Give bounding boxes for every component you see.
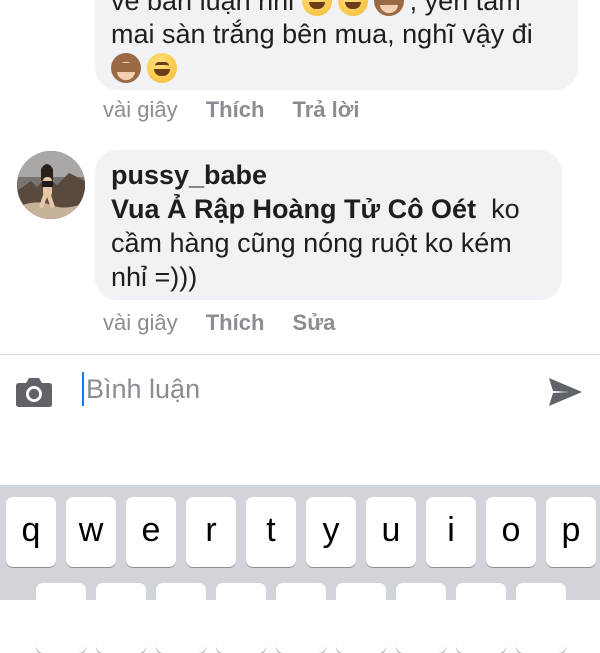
like-button[interactable]: Thích (206, 310, 265, 335)
comment-text-line: mai sàn trắng bên mua, nghĩ vậy đi (111, 19, 533, 49)
key-o[interactable]: o (486, 497, 536, 567)
comment-time: vài giây (103, 97, 178, 122)
key-p[interactable]: p (546, 497, 596, 567)
key-u[interactable]: u (366, 497, 416, 567)
reply-button[interactable]: Trả lời (293, 97, 360, 122)
key-r[interactable]: r (186, 497, 236, 567)
key[interactable] (216, 583, 266, 653)
key[interactable] (396, 583, 446, 653)
comment-text-line: Vua Ả Rập Hoàng Tử Cô Oét ko (111, 194, 520, 224)
key-t[interactable]: t (246, 497, 296, 567)
comment-text-line: về bàn luận nhỉ , yên tâm (111, 0, 521, 17)
avatar[interactable] (17, 151, 85, 219)
key[interactable] (456, 583, 506, 653)
key[interactable] (36, 583, 86, 653)
key[interactable] (516, 583, 566, 653)
comment-input[interactable] (86, 370, 526, 408)
key[interactable] (336, 583, 386, 653)
comment-text-line: cầm hàng cũng nóng ruột ko kém (111, 228, 512, 258)
text-caret (82, 372, 84, 406)
key-q[interactable]: q (6, 497, 56, 567)
like-button[interactable]: Thích (206, 97, 265, 122)
grin-emoji-icon (337, 0, 368, 16)
key[interactable] (96, 583, 146, 653)
mention-link[interactable]: Vua Ả Rập Hoàng Tử Cô Oét (111, 194, 476, 224)
comment-meta: vài giây Thích Trả lời (103, 97, 360, 123)
send-icon[interactable] (547, 376, 583, 408)
see-no-evil-monkey-icon (373, 0, 404, 16)
comment-time: vài giây (103, 310, 178, 335)
grin-emoji-icon (301, 0, 332, 16)
key-e[interactable]: e (126, 497, 176, 567)
keyboard: q w e r t y u i o p (0, 485, 600, 653)
comment-meta: vài giây Thích Sửa (103, 310, 335, 336)
key-w[interactable]: w (66, 497, 116, 567)
key-i[interactable]: i (426, 497, 476, 567)
key[interactable] (276, 583, 326, 653)
key-y[interactable]: y (306, 497, 356, 567)
edit-button[interactable]: Sửa (293, 310, 336, 335)
grin-emoji-icon (147, 53, 177, 83)
see-no-evil-monkey-icon (111, 53, 141, 83)
camera-icon[interactable] (15, 376, 53, 408)
key[interactable] (156, 583, 206, 653)
divider (0, 354, 600, 355)
comment-author[interactable]: pussy_babe (111, 160, 267, 191)
comment-text-line: nhỉ =))) (111, 262, 198, 292)
comment-emoji-line (111, 53, 183, 84)
